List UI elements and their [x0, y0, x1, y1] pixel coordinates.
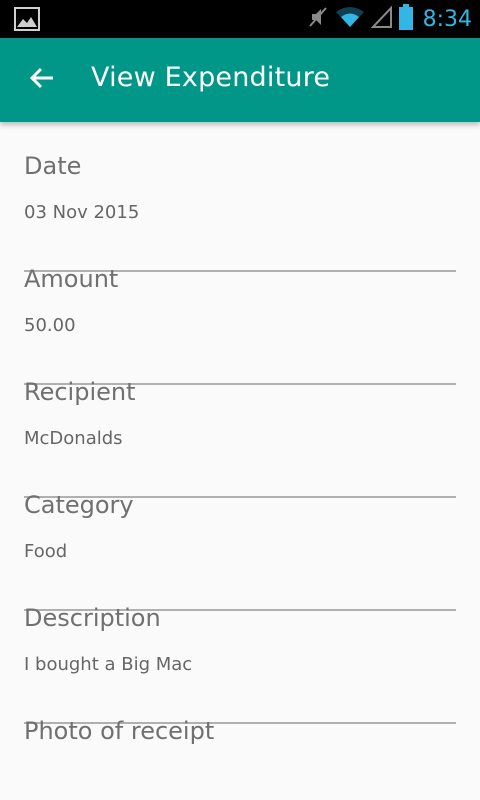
amount-value: 50.00: [24, 315, 76, 336]
category-label: Category: [24, 491, 134, 519]
date-value: 03 Nov 2015: [24, 202, 140, 223]
battery-icon: [398, 4, 413, 34]
wifi-icon: [335, 5, 365, 33]
status-clock: 8:34: [422, 6, 472, 32]
description-value: I bought a Big Mac: [24, 654, 193, 675]
amount-label: Amount: [24, 265, 119, 293]
signal-icon: [370, 5, 393, 33]
app-bar: View Expenditure: [0, 38, 480, 122]
recipient-value: McDonalds: [24, 428, 123, 449]
category-value: Food: [24, 541, 68, 562]
mute-icon: [307, 5, 329, 33]
image-icon: [14, 7, 40, 31]
recipient-label: Recipient: [24, 378, 136, 406]
page-title: View Expenditure: [91, 62, 331, 93]
date-label: Date: [24, 152, 82, 180]
description-label: Description: [24, 604, 161, 632]
photo-label: Photo of receipt: [24, 717, 215, 745]
status-bar: 8:34: [0, 0, 480, 38]
back-button[interactable]: [18, 56, 66, 104]
arrow-back-icon: [29, 66, 55, 94]
